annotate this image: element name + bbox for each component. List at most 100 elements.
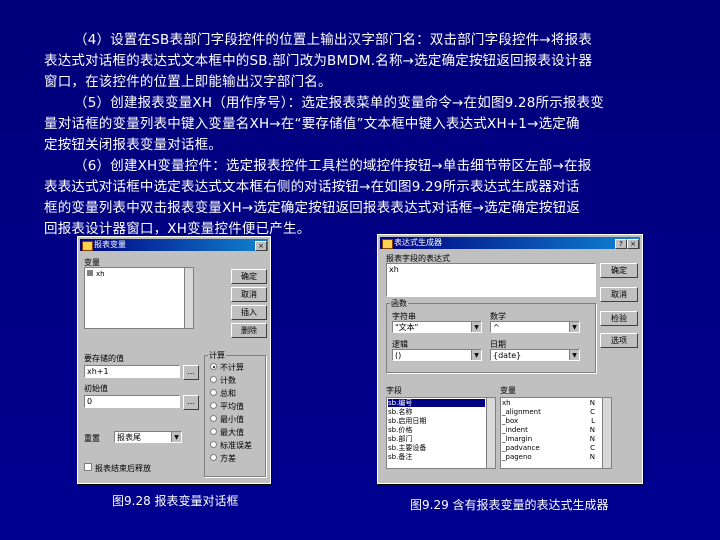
calc-option-label: 总和 xyxy=(220,389,236,398)
list-item[interactable]: xh N xyxy=(502,399,601,407)
list-item[interactable]: _padvance C xyxy=(502,444,601,452)
list-item[interactable]: sb.部门 xyxy=(388,435,485,443)
calc-radio[interactable] xyxy=(210,454,217,461)
variable-type: N xyxy=(589,426,595,434)
figure-caption-9-28: 图9.28 报表变量对话框 xyxy=(112,494,239,508)
chevron-down-icon[interactable]: ▼ xyxy=(471,350,481,360)
options-button[interactable]: 选项 xyxy=(600,333,638,348)
fields-label: 字段 xyxy=(386,386,402,395)
paragraph-line: （6）创建XH变量控件：选定报表控件工具栏的域控件按钮→单击细节带区左部→在报 xyxy=(74,158,592,174)
variable-type: N xyxy=(589,399,595,407)
calc-option-label: 计数 xyxy=(220,376,236,385)
reset-label: 重置 xyxy=(84,434,100,443)
verify-button[interactable]: 检验 xyxy=(600,311,638,326)
calc-radio[interactable] xyxy=(210,415,217,422)
initial-value-builder-button[interactable]: … xyxy=(183,395,199,410)
calc-option-label: 最小值 xyxy=(220,415,244,424)
variable-name: xh xyxy=(502,399,511,407)
calculation-label: 计算 xyxy=(208,350,226,361)
insert-button[interactable]: 插入 xyxy=(231,305,267,320)
release-label: 报表结束后释放 xyxy=(95,464,151,473)
reset-select[interactable]: 报表尾 ▼ xyxy=(114,431,182,443)
logic-select[interactable]: () ▼ xyxy=(392,349,482,361)
paragraph-line: 表达式对话框的表达式文本框中的SB.部门改为BMDM.名称→选定确定按钮返回报表… xyxy=(44,53,593,69)
calc-option-label: 不计算 xyxy=(220,363,244,372)
initial-value-input[interactable]: 0 xyxy=(84,395,180,408)
list-item[interactable]: sb.启用日期 xyxy=(388,417,485,425)
variable-name: _alignment xyxy=(502,408,541,416)
list-item[interactable]: sb.编号 xyxy=(388,399,485,407)
paragraph-line: 定按钮关闭报表变量对话框。 xyxy=(44,137,223,153)
store-value-builder-button[interactable]: … xyxy=(183,365,199,380)
dialog-title: 表达式生成器 xyxy=(394,238,442,247)
list-item[interactable]: sb.价格 xyxy=(388,426,485,434)
variable-name: _pageno xyxy=(502,453,532,461)
chevron-down-icon[interactable]: ▼ xyxy=(471,322,481,332)
ok-button[interactable]: 确定 xyxy=(231,269,267,284)
chevron-down-icon[interactable]: ▼ xyxy=(569,350,579,360)
app-icon xyxy=(82,241,93,251)
close-icon[interactable]: × xyxy=(627,239,639,249)
string-select[interactable]: "文本" ▼ xyxy=(392,321,482,333)
date-select[interactable]: {date} ▼ xyxy=(490,349,580,361)
cancel-button[interactable]: 取消 xyxy=(231,287,267,302)
variable-type: N xyxy=(589,453,595,461)
list-item[interactable]: sb.主要设备 xyxy=(388,444,485,452)
chevron-down-icon[interactable]: ▼ xyxy=(171,432,181,442)
dialog-title-bar: 报表变量 × xyxy=(80,239,268,251)
scrollbar[interactable] xyxy=(602,398,611,468)
variable-type: N xyxy=(589,435,595,443)
help-icon[interactable]: ? xyxy=(615,239,627,249)
calc-option-label: 最大值 xyxy=(220,428,244,437)
release-checkbox[interactable] xyxy=(84,463,92,471)
paragraph-line: 窗口，在该控件的位置上即能输出汉字部门名。 xyxy=(44,74,332,90)
variables-list[interactable]: xh xyxy=(84,267,194,329)
paragraph-line: 表表达式对话框中选定表达式文本框右侧的对话按钮→在如图9.29所示表达式生成器对… xyxy=(44,179,580,195)
paragraph-line: 量对话框的变量列表中键入变量名XH→在“要存储值”文本框中键入表达式XH+1→选… xyxy=(44,116,580,132)
calc-radio[interactable] xyxy=(210,363,217,370)
calc-option-label: 方差 xyxy=(220,454,236,463)
variable-name: _box xyxy=(502,417,519,425)
cancel-button[interactable]: 取消 xyxy=(600,287,638,302)
variables-label: 变量 xyxy=(500,386,516,395)
slide-background: （4）设置在SB表部门字段控件的位置上输出汉字部门名：双击部门字段控件→将报表 … xyxy=(0,0,720,540)
list-item[interactable]: sb.备注 xyxy=(388,453,485,461)
calc-option-label: 平均值 xyxy=(220,402,244,411)
app-icon xyxy=(382,239,393,249)
chevron-down-icon[interactable]: ▼ xyxy=(569,322,579,332)
store-value-input[interactable]: xh+1 xyxy=(84,365,180,378)
figure-caption-9-29: 图9.29 含有报表变量的表达式生成器 xyxy=(410,498,609,512)
list-item[interactable]: sb.名称 xyxy=(388,408,485,416)
dialog-title-bar: 表达式生成器 × ? xyxy=(380,237,640,249)
list-item[interactable]: _indent N xyxy=(502,426,601,434)
scrollbar[interactable] xyxy=(184,268,193,328)
variable-type: L xyxy=(591,417,595,425)
list-item[interactable]: _box L xyxy=(502,417,601,425)
initial-value-label: 初始值 xyxy=(84,384,108,393)
calc-radio[interactable] xyxy=(210,441,217,448)
ok-button[interactable]: 确定 xyxy=(600,263,638,278)
paragraph-line: 框的变量列表中双击报表变量XH→选定确定按钮返回报表表达式对话框→选定确定按钮返 xyxy=(44,200,581,216)
scrollbar[interactable] xyxy=(486,398,495,468)
delete-button[interactable]: 删除 xyxy=(231,323,267,338)
calc-radio[interactable] xyxy=(210,428,217,435)
variables-list[interactable]: xh N _alignment C _box L _indent N _lmargin N _pad… xyxy=(500,397,612,469)
calc-radio[interactable] xyxy=(210,376,217,383)
dialog-title: 报表变量 xyxy=(94,240,126,249)
expression-textarea[interactable]: xh xyxy=(386,263,596,297)
math-select[interactable]: ^ ▼ xyxy=(490,321,580,333)
calc-radio[interactable] xyxy=(210,389,217,396)
list-item[interactable]: xh xyxy=(87,270,183,278)
list-item[interactable]: _lmargin N xyxy=(502,435,601,443)
drag-handle-icon xyxy=(87,270,93,276)
list-item[interactable]: _alignment C xyxy=(502,408,601,416)
fields-list[interactable]: sb.编号 sb.名称 sb.启用日期 sb.价格 sb.部门 sb.主要设备 sb.备注 xyxy=(386,397,496,469)
paragraph-step-4: （4）设置在SB表部门字段控件的位置上输出汉字部门名：双击部门字段控件→将报表 … xyxy=(44,30,674,93)
list-item[interactable]: _pageno N xyxy=(502,453,601,461)
store-value-label: 要存储的值 xyxy=(84,354,124,363)
calc-radio[interactable] xyxy=(210,402,217,409)
paragraph-step-5: （5）创建报表变量XH（用作序号）：选定报表菜单的变量命令→在如图9.28所示报… xyxy=(44,93,674,156)
close-icon[interactable]: × xyxy=(255,241,267,251)
variable-name: _padvance xyxy=(502,444,540,452)
variable-type: C xyxy=(590,408,595,416)
